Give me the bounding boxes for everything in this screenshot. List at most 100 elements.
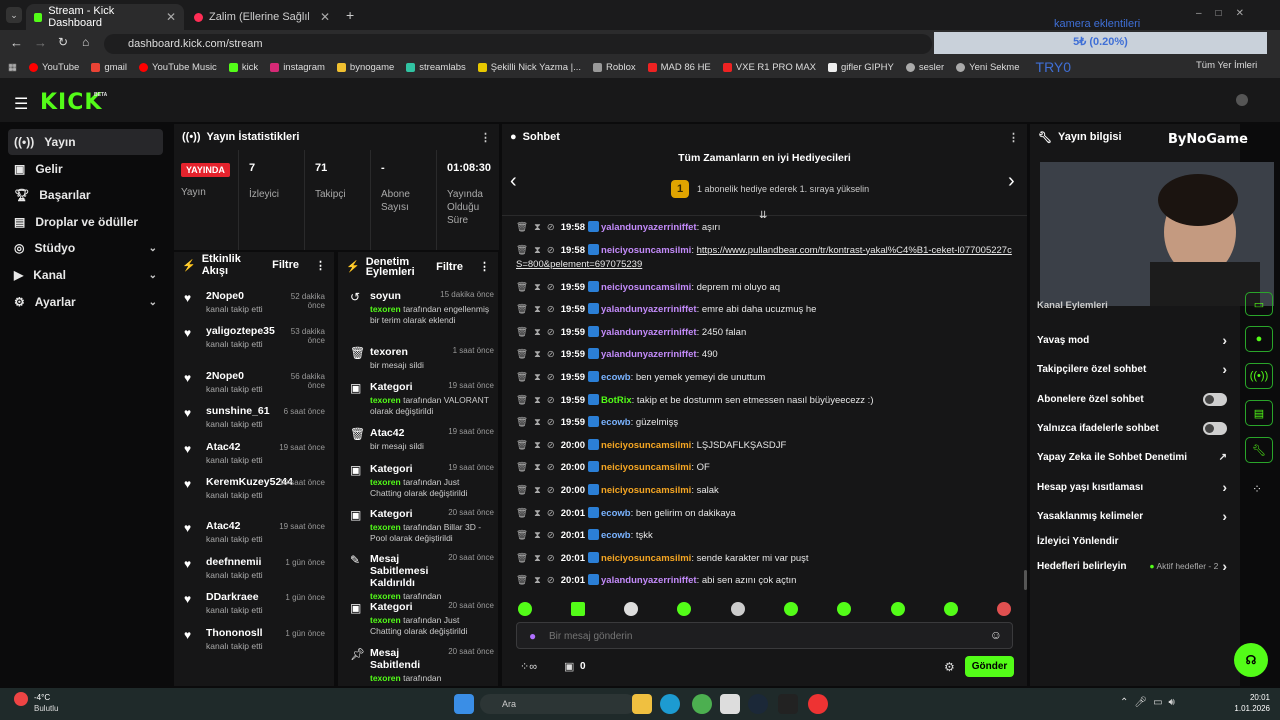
list-item[interactable]: ♥ DDarkraee kanalı takip etti 1 gün önce (182, 591, 327, 615)
filter-button[interactable]: Filtre (436, 262, 463, 273)
list-item[interactable]: 🗑︎ texoren bir mesajı sildi 1 saat önce (346, 346, 496, 371)
list-item[interactable]: ▣ Kategori texoren tarafından Just Chattin… (346, 601, 496, 637)
chevron-right-icon[interactable]: › (1008, 170, 1015, 193)
emote-icon[interactable] (518, 602, 532, 616)
delete-icon[interactable]: 🗑︎ (516, 485, 528, 496)
emote-icon[interactable] (571, 602, 585, 616)
close-tab-icon[interactable]: ✕ (166, 10, 176, 24)
sidebar-item-studyo[interactable]: ◎ Stüdyo ⌄ (8, 235, 163, 261)
ban-icon[interactable]: ⊘ (547, 222, 555, 233)
tab-kick-dashboard[interactable]: Stream - Kick Dashboard ✕ (26, 4, 184, 30)
bookmark[interactable]: Roblox (593, 62, 636, 73)
list-item[interactable]: ♥ KeremKuzey5244 kanalı takip etti 19 saat … (182, 476, 327, 500)
store-icon[interactable]: ▣ (564, 660, 574, 673)
ban-icon[interactable]: ⊘ (547, 417, 555, 428)
app-icon[interactable] (808, 694, 828, 714)
weather-icon[interactable] (14, 692, 28, 706)
emote-icon[interactable] (837, 602, 851, 616)
chat-username[interactable]: yalandunyazerriniffet (601, 304, 697, 315)
tab-list-icon[interactable]: ⌄ (6, 7, 22, 23)
emote-icon[interactable] (624, 602, 638, 616)
bookmark[interactable]: YouTube (28, 62, 79, 73)
emotes-only-toggle[interactable] (1203, 421, 1227, 435)
delete-icon[interactable]: 🗑︎ (516, 372, 528, 383)
chat-username[interactable]: neiciyosuncamsilmi (601, 245, 691, 256)
chat-username[interactable]: neiciyosuncamsilmi (601, 485, 691, 496)
chat-message[interactable]: 🗑︎ ⧗ ⊘ 20:01 neiciyosuncamsilmi: sende karak… (516, 551, 1016, 566)
bookmark[interactable]: kick (228, 62, 258, 73)
ban-icon[interactable]: ⊘ (547, 485, 555, 496)
sidebar-item-basarilar[interactable]: 🏆︎ Başarılar (8, 182, 163, 208)
window-controls[interactable]: –□✕ (1196, 8, 1258, 19)
menu-icon[interactable]: ☰ (14, 94, 28, 114)
chat-username[interactable]: neiciyosuncamsilmi (601, 440, 691, 451)
delete-icon[interactable]: 🗑︎ (516, 462, 528, 473)
side-layout-button[interactable]: ▤ (1245, 400, 1273, 426)
chat-username[interactable]: yalandunyazerriniffet (601, 222, 697, 233)
chat-message[interactable]: 🗑︎ ⧗ ⊘ 19:59 yalandunyazerriniffet: emre abi… (516, 303, 1016, 317)
delete-icon[interactable]: 🗑︎ (516, 553, 528, 564)
bookmark[interactable]: instagram (270, 62, 325, 73)
timeout-icon[interactable]: ⧗ (534, 417, 541, 428)
chat-username[interactable]: yalandunyazerriniffet (601, 327, 697, 338)
chat-message[interactable]: 🗑︎ ⧗ ⊘ 19:59 yalandunyazerriniffet: 2450 fal… (516, 325, 1016, 340)
row-subscribers-only[interactable]: Abonelere özel sohbet (1037, 390, 1227, 408)
chat-message[interactable]: 🗑︎ ⧗ ⊘ 19:59 neiciyosuncamsilmi: deprem mi o… (516, 280, 1016, 295)
list-item[interactable]: ♥ Atac42 kanalı takip etti 19 saat önce (182, 520, 327, 544)
list-item[interactable]: ♥ yaligoztepe35 kanalı takip etti 53 dakika… (182, 325, 327, 349)
row-banned-words[interactable]: Yasaklanmış kelimeler › (1037, 507, 1227, 525)
chat-message[interactable]: 🗑︎ ⧗ ⊘ 20:01 ecowb: ben gelirim on dakikaya (516, 506, 1016, 521)
scroll-down-icon[interactable]: ⇊ (759, 210, 767, 221)
ban-icon[interactable]: ⊘ (547, 508, 555, 519)
timeout-icon[interactable]: ⧗ (534, 372, 541, 383)
send-button[interactable]: Gönder (965, 656, 1014, 677)
ban-icon[interactable]: ⊘ (547, 462, 555, 473)
bookmark[interactable]: MAD 86 HE (647, 62, 711, 73)
delete-icon[interactable]: 🗑︎ (516, 282, 528, 293)
reload-icon[interactable]: ↻ (58, 35, 68, 49)
kebab-icon[interactable]: ⋮ (315, 259, 326, 272)
support-headset-icon[interactable]: ☊ (1234, 643, 1268, 677)
back-icon[interactable]: ← (10, 35, 23, 50)
chat-username[interactable]: neiciyosuncamsilmi (601, 553, 691, 564)
chat-message[interactable]: 🗑︎ ⧗ ⊘ 20:01 yalandunyazerriniffet: abi sen … (516, 574, 1016, 588)
emote-icon[interactable] (677, 602, 691, 616)
bookmark[interactable]: VXE R1 PRO MAX (722, 62, 816, 73)
chat-username[interactable]: yalandunyazerriniffet (601, 349, 697, 360)
apps-icon[interactable]: ▦ (8, 62, 17, 73)
bookmark[interactable]: gmail (91, 62, 127, 73)
chat-message[interactable]: 🗑︎ ⧗ ⊘ 19:59 BotRix: takip et be dostumm sen… (516, 393, 1016, 408)
chat-username[interactable]: ecowb (601, 417, 631, 428)
chat-message-input[interactable] (549, 627, 969, 645)
new-tab-icon[interactable]: + (346, 7, 354, 23)
sidebar-item-gelir[interactable]: ▣ Gelir (8, 156, 163, 182)
bookmark[interactable]: Şekilli Nick Yazma |... (477, 62, 581, 73)
row-goals[interactable]: Hedefleri belirleyin ● Aktif hedefler - 2… (1037, 557, 1227, 575)
emote-icon[interactable] (891, 602, 905, 616)
store-app-icon[interactable] (720, 694, 740, 714)
chat-username[interactable]: ecowb (601, 372, 631, 383)
bookmark[interactable]: Yeni Sekme (956, 62, 1020, 73)
ban-icon[interactable]: ⊘ (547, 349, 555, 360)
chat-message[interactable]: 🗑︎ ⧗ ⊘ 20:01 ecowb: tşkk (516, 529, 1016, 543)
kebab-icon[interactable]: ⋮ (479, 262, 490, 273)
row-emotes-only[interactable]: Yalnızca ifadelerle sohbet (1037, 419, 1227, 437)
avatar[interactable] (1236, 94, 1248, 106)
timeout-icon[interactable]: ⧗ (534, 304, 541, 315)
timeout-icon[interactable]: ⧗ (534, 327, 541, 338)
sidebar-item-droplar[interactable]: ▤ Droplar ve ödüller (8, 209, 163, 235)
timeout-icon[interactable]: ⧗ (534, 395, 541, 406)
filter-button[interactable]: Filtre (272, 259, 299, 271)
list-item[interactable]: ↺ soyun texoren tarafından engellenmiş bir… (346, 290, 496, 326)
timeout-icon[interactable]: ⧗ (534, 440, 541, 451)
chat-message[interactable]: 🗑︎ ⧗ ⊘ 19:58 neiciyosuncamsilmi: https://www… (516, 243, 1016, 272)
list-item[interactable]: ♥ sunshine_61 kanalı takip etti 6 saat önce (182, 405, 327, 429)
ban-icon[interactable]: ⊘ (547, 395, 555, 406)
delete-icon[interactable]: 🗑︎ (516, 417, 528, 428)
emote-icon[interactable] (731, 602, 745, 616)
epic-games-icon[interactable] (778, 694, 798, 714)
ban-icon[interactable]: ⊘ (547, 553, 555, 564)
timeout-icon[interactable]: ⧗ (534, 485, 541, 496)
timeout-icon[interactable]: ⧗ (534, 349, 541, 360)
ban-icon[interactable]: ⊘ (547, 575, 555, 586)
